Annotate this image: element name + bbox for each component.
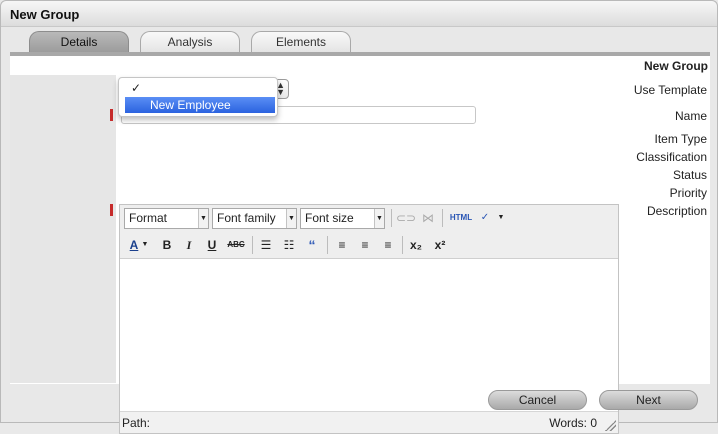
superscript-icon[interactable]: x² bbox=[431, 235, 449, 255]
description-label: Description bbox=[646, 204, 707, 218]
checkmark-icon: ✓ bbox=[131, 81, 142, 95]
chevron-down-icon: ▼ bbox=[286, 209, 296, 228]
editor-status-bar: Path: Words: 0 bbox=[120, 411, 618, 433]
classification-label: Classification bbox=[636, 150, 707, 164]
format-select[interactable]: Format ▼ bbox=[124, 208, 209, 229]
use-template-label: Use Template bbox=[633, 83, 707, 97]
numbered-list-icon[interactable]: ☷ bbox=[280, 235, 298, 255]
strikethrough-icon[interactable]: ABC bbox=[225, 235, 247, 255]
italic-icon[interactable]: I bbox=[180, 235, 198, 255]
required-marker bbox=[110, 109, 113, 121]
chevron-down-icon: ▼ bbox=[198, 209, 208, 228]
blockquote-icon[interactable]: “ bbox=[303, 235, 321, 255]
font-family-select-label: Font family bbox=[217, 211, 276, 225]
title-bar: New Group bbox=[1, 1, 717, 27]
chevron-down-icon[interactable]: ▼ bbox=[141, 235, 149, 255]
toolbar-separator bbox=[391, 209, 392, 227]
tab-bar: Details Analysis Elements bbox=[1, 31, 717, 53]
align-left-icon[interactable]: ≡ bbox=[333, 235, 351, 255]
font-size-select-label: Font size bbox=[305, 211, 354, 225]
tab-elements[interactable]: Elements bbox=[251, 31, 351, 52]
link-icon[interactable]: ⊂⊃ bbox=[396, 208, 416, 228]
toolbar-separator bbox=[327, 236, 328, 254]
new-group-window: New Group Details Analysis Elements New … bbox=[0, 0, 718, 434]
word-count: Words: 0 bbox=[549, 416, 597, 430]
dropdown-option-blank[interactable]: ✓ bbox=[119, 80, 277, 96]
tab-details[interactable]: Details bbox=[29, 31, 129, 52]
html-source-icon[interactable]: HTML bbox=[448, 208, 474, 228]
window-title: New Group bbox=[10, 7, 80, 22]
editor-toolbar-row-2: A ▼ B I U ABC ☰ ☷ “ ≡ ≡ ≡ x₂ x² bbox=[120, 231, 618, 259]
description-textarea[interactable] bbox=[120, 260, 618, 406]
toolbar-separator bbox=[252, 236, 253, 254]
underline-icon[interactable]: U bbox=[203, 235, 221, 255]
subscript-icon[interactable]: x₂ bbox=[407, 235, 425, 255]
chevron-down-icon[interactable]: ▼ bbox=[492, 208, 510, 228]
template-dropdown-menu: ✓ New Employee bbox=[118, 77, 278, 117]
editor-toolbar-row-1: Format ▼ Font family ▼ Font size ▼ ⊂⊃ ⋈ … bbox=[120, 205, 618, 231]
chevron-down-icon: ▼ bbox=[374, 209, 384, 228]
details-panel: New Group Use Template ▲ ▼ Name Item Type… bbox=[10, 56, 710, 434]
font-size-select[interactable]: Font size ▼ bbox=[300, 208, 385, 229]
editor-path: Path: bbox=[122, 416, 151, 430]
font-family-select[interactable]: Font family ▼ bbox=[212, 208, 297, 229]
form-heading: New Group bbox=[643, 59, 708, 73]
item-type-label: Item Type bbox=[654, 132, 707, 146]
toolbar-separator bbox=[402, 236, 403, 254]
required-marker bbox=[110, 204, 113, 216]
align-center-icon[interactable]: ≡ bbox=[356, 235, 374, 255]
toolbar-separator bbox=[442, 209, 443, 227]
unlink-icon[interactable]: ⋈ bbox=[419, 208, 437, 228]
resize-grip-icon[interactable] bbox=[605, 420, 616, 431]
format-select-label: Format bbox=[129, 211, 168, 225]
tab-analysis[interactable]: Analysis bbox=[140, 31, 240, 52]
next-button[interactable]: Next bbox=[599, 390, 698, 410]
status-label: Status bbox=[672, 168, 707, 182]
bold-icon[interactable]: B bbox=[158, 235, 176, 255]
align-right-icon[interactable]: ≡ bbox=[379, 235, 397, 255]
label-column bbox=[10, 75, 116, 383]
name-label: Name bbox=[674, 109, 707, 123]
dropdown-option-new-employee[interactable]: New Employee bbox=[125, 97, 275, 113]
cancel-button[interactable]: Cancel bbox=[488, 390, 587, 410]
bullet-list-icon[interactable]: ☰ bbox=[257, 235, 275, 255]
priority-label: Priority bbox=[669, 186, 707, 200]
